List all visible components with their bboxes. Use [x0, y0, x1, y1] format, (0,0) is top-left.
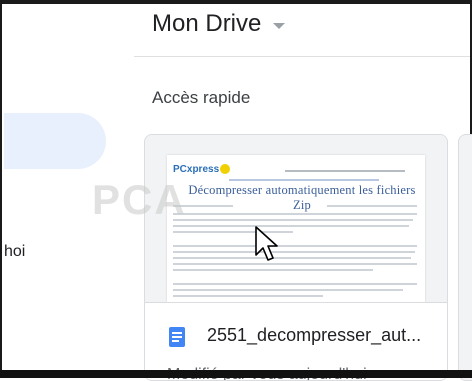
sidebar-item-label[interactable]: hoi	[4, 243, 25, 261]
window-frame-bottom	[0, 370, 472, 378]
my-drive-dropdown[interactable]: Mon Drive	[152, 10, 286, 38]
document-title: Décompresser automatiquement les fichier…	[188, 183, 416, 212]
pcxpress-logo: PCxpress	[173, 164, 231, 175]
quick-access-title: Accès rapide	[152, 88, 251, 107]
next-file-card[interactable]	[458, 134, 472, 381]
caret-down-icon	[273, 23, 286, 29]
google-docs-icon	[169, 327, 185, 347]
page-title: Mon Drive	[152, 10, 262, 37]
header-divider	[134, 56, 470, 57]
file-card[interactable]: PCxpress Décompresser automatiquement le…	[144, 134, 448, 381]
mouse-pointer-icon	[255, 226, 278, 261]
file-preview[interactable]: PCxpress Décompresser automatiquement le…	[145, 135, 447, 302]
sidebar-selected-item[interactable]	[4, 113, 106, 169]
sidebar: hoi	[2, 4, 134, 370]
file-name[interactable]: 2551_decompresser_aut...	[207, 325, 421, 346]
document-thumbnail: PCxpress Décompresser automatiquement le…	[167, 155, 425, 302]
